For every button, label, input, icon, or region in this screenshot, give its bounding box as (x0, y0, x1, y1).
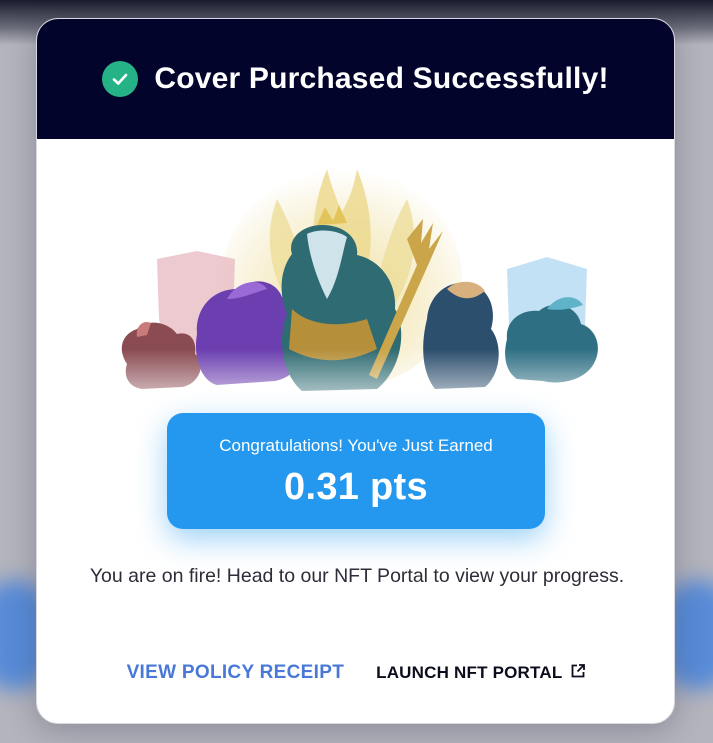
check-circle-icon (102, 61, 139, 97)
points-earned-card: Congratulations! You've Just Earned 0.31… (167, 413, 545, 529)
external-link-icon (570, 663, 586, 684)
points-value: 0.31 pts (284, 466, 428, 508)
progress-message: You are on fire! Head to our NFT Portal … (89, 565, 625, 587)
modal-title: Cover Purchased Successfully! (154, 62, 609, 95)
launch-nft-portal-link[interactable]: LAUNCH NFT PORTAL (376, 663, 586, 684)
modal-actions: VIEW POLICY RECEIPT LAUNCH NFT PORTAL (37, 662, 674, 684)
launch-nft-portal-label: LAUNCH NFT PORTAL (376, 663, 563, 682)
view-policy-receipt-link[interactable]: VIEW POLICY RECEIPT (127, 662, 345, 684)
points-caption: Congratulations! You've Just Earned (219, 436, 493, 455)
modal-header: Cover Purchased Successfully! (37, 19, 674, 139)
success-modal: Cover Purchased Successfully! Congratula… (36, 18, 675, 724)
nft-heroes-illustration (77, 169, 637, 424)
